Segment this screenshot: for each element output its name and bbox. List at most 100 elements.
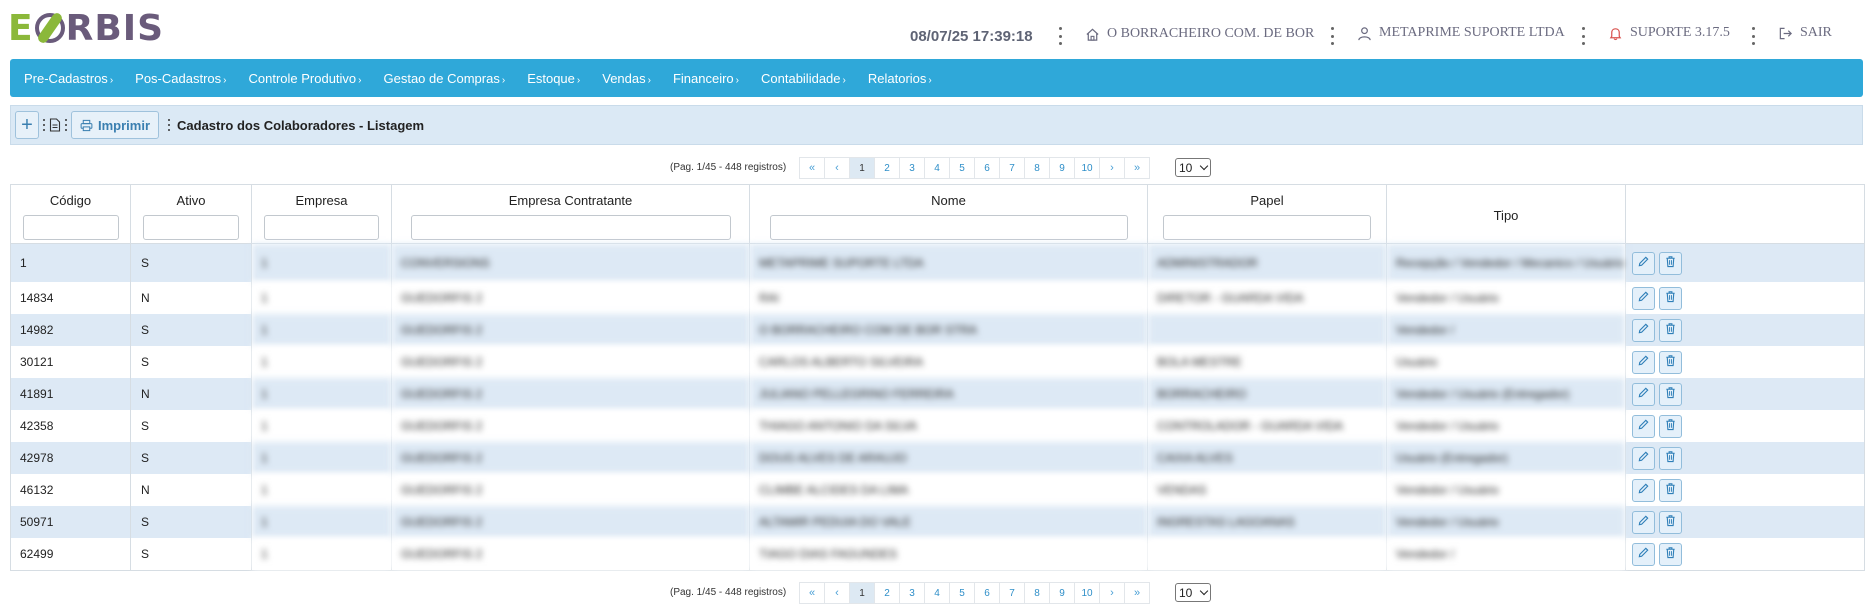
edit-button[interactable] [1632,251,1655,275]
delete-button[interactable] [1659,446,1682,470]
menu-gestao-de-compras[interactable]: Gestao de Compras › [370,71,514,86]
chevron-down-icon [1199,161,1209,171]
page-link-6[interactable]: 6 [974,157,1000,179]
pencil-icon [1637,255,1650,271]
page-link-3[interactable]: 3 [899,582,925,604]
prev-page-button[interactable]: ‹ [824,157,850,179]
cell-empresa-contratante: GUEDORFIS 2 [391,410,750,442]
menu-financeiro[interactable]: Financeiro › [659,71,747,86]
page-link-7[interactable]: 7 [999,582,1025,604]
document-icon[interactable] [49,118,61,132]
delete-button[interactable] [1659,350,1682,374]
table-row[interactable]: 14982 S 1 GUEDORFIS 2O BORRACHEIRO COM DE B… [10,314,1865,346]
bell-icon [1609,27,1622,40]
page-link-2[interactable]: 2 [874,157,900,179]
edit-button[interactable] [1632,510,1655,534]
codigo-filter-input[interactable] [22,215,119,240]
page-link-4[interactable]: 4 [924,157,950,179]
kebab-menu-icon[interactable] [1057,27,1063,45]
edit-button[interactable] [1632,446,1655,470]
pencil-icon [1637,386,1650,402]
menu-pos-cadastros[interactable]: Pos-Cadastros › [121,71,234,86]
table-row[interactable]: 1 S 1 CONVERSIONS METAPRIME SUPORTE LTDA ADMI… [10,243,1865,282]
page-link-9[interactable]: 9 [1049,157,1075,179]
cell-empresa: 1 [251,282,392,314]
page-link-1[interactable]: 1 [849,582,875,604]
page-links: « ‹ 1 2 3 4 5 6 7 8 9 10 › » [799,157,1150,179]
edit-button[interactable] [1632,542,1655,566]
page-link-5[interactable]: 5 [949,157,975,179]
page-link-9[interactable]: 9 [1049,582,1075,604]
table-row[interactable]: 46132 N 1 GUEDORFIS 2 CLIMBE ALCIDES DA LIMA… [10,474,1865,506]
chevron-down-icon [1199,586,1209,596]
print-button[interactable]: Imprimir [71,111,160,139]
edit-button[interactable] [1632,318,1655,342]
page-link-10[interactable]: 10 [1074,157,1100,179]
menu-vendas[interactable]: Vendas › [588,71,659,86]
page-link-7[interactable]: 7 [999,157,1025,179]
delete-button[interactable] [1659,318,1682,342]
cell-codigo: 46132 [10,474,131,506]
user-menu[interactable]: METAPRIME SUPORTE LTDA [1357,25,1565,41]
table-row[interactable]: 30121 S 1 GUEDORFIS 2 CARLOS ALBERTO SILVEIR… [10,346,1865,378]
delete-button[interactable] [1659,542,1682,566]
delete-button[interactable] [1659,251,1682,275]
edit-button[interactable] [1632,414,1655,438]
table-row[interactable]: 50971 S 1 GUEDORFIS 2 ALTAMIR PEDUIA DO VALE… [10,506,1865,538]
kebab-menu-icon[interactable] [1329,27,1335,45]
edit-button[interactable] [1632,478,1655,502]
delete-button[interactable] [1659,414,1682,438]
delete-button[interactable] [1659,478,1682,502]
page-link-8[interactable]: 8 [1024,157,1050,179]
menu-controle-produtivo[interactable]: Controle Produtivo › [234,71,369,86]
next-page-button[interactable]: › [1099,157,1125,179]
delete-button[interactable] [1659,286,1682,310]
empresa-filter-input[interactable] [264,215,379,240]
table-row[interactable]: 62499 S 1 GUEDORFIS 2 TIAGO DIAS FAGUNDES Ven… [10,538,1865,571]
table-row[interactable]: 14834 N 1 GUEDORFIS 2 RAI DIRETOR - GUARDA VI… [10,282,1865,314]
rows-per-page-select[interactable]: 10 [1175,158,1211,177]
store-selector[interactable]: O BORRACHEIRO COM. DE BOR [1085,26,1314,42]
table-row[interactable]: 42358 S 1 GUEDORFIS 2 THIAGO ANTONIO DA SILV… [10,410,1865,442]
page-link-5[interactable]: 5 [949,582,975,604]
table-row[interactable]: 42978 S 1 GUEDORFIS 2 DOUG ALVES DE ARAUJO CA… [10,442,1865,474]
menu-contabilidade[interactable]: Contabilidade › [747,71,854,86]
nome-filter-input[interactable] [769,215,1128,240]
cell-empresa: 1 [251,378,392,410]
page-link-4[interactable]: 4 [924,582,950,604]
first-page-button[interactable]: « [799,157,825,179]
cell-empresa-contratante: GUEDORFIS 2 [391,282,750,314]
edit-button[interactable] [1632,286,1655,310]
ativo-filter-input[interactable] [143,215,239,240]
delete-button[interactable] [1659,382,1682,406]
edit-button[interactable] [1632,382,1655,406]
page-link-3[interactable]: 3 [899,157,925,179]
papel-filter-input[interactable] [1163,215,1371,240]
prev-page-button[interactable]: ‹ [824,582,850,604]
menu-relatorios[interactable]: Relatorios › [854,71,940,86]
page-link-2[interactable]: 2 [874,582,900,604]
pagination-info: (Pag. 1/45 - 448 registros) [670,162,787,173]
menu-pre-cadastros[interactable]: Pre-Cadastros › [10,71,121,86]
kebab-menu-icon[interactable] [1580,27,1586,45]
next-page-button[interactable]: › [1099,582,1125,604]
kebab-menu-icon[interactable] [1750,27,1756,45]
cell-empresa-contratante: GUEDORFIS 2 [391,538,750,571]
page-link-1[interactable]: 1 [849,157,875,179]
edit-button[interactable] [1632,350,1655,374]
support-link[interactable]: SUPORTE 3.17.5 [1608,25,1730,41]
page-link-10[interactable]: 10 [1074,582,1100,604]
logout-button[interactable]: SAIR [1778,25,1832,41]
rows-per-page-select[interactable]: 10 [1175,583,1211,602]
menu-estoque[interactable]: Estoque › [513,71,588,86]
first-page-button[interactable]: « [799,582,825,604]
empresa-contratante-filter-input[interactable] [410,215,731,240]
eorbis-logo[interactable]: E RBIS [8,6,164,50]
delete-button[interactable] [1659,510,1682,534]
last-page-button[interactable]: » [1124,157,1150,179]
last-page-button[interactable]: » [1124,582,1150,604]
table-row[interactable]: 41891 N 1 GUEDORFIS 2 JULIANO PELLEGRINO FER… [10,378,1865,410]
add-button[interactable]: + [15,111,39,139]
page-link-6[interactable]: 6 [974,582,1000,604]
page-link-8[interactable]: 8 [1024,582,1050,604]
